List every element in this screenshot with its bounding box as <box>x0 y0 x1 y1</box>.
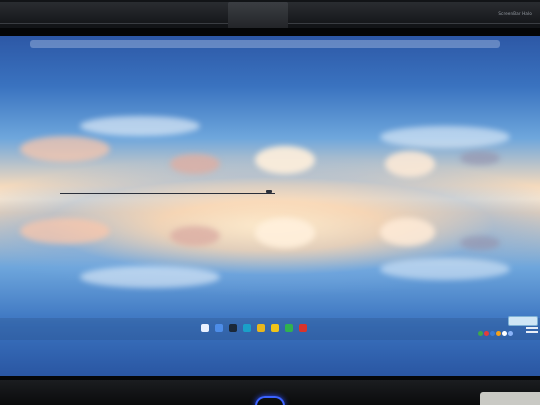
horizon-line <box>60 193 275 194</box>
tray-clock-icon[interactable] <box>524 325 538 337</box>
windows-start-icon[interactable] <box>201 324 209 332</box>
light-bar-brand: ScreenBar Halo <box>498 11 532 16</box>
cloud-reflection <box>460 236 500 250</box>
cloud <box>170 154 220 174</box>
cloud <box>385 151 435 177</box>
cloud-reflection <box>20 218 110 244</box>
cloud <box>460 151 500 165</box>
screen-glare <box>30 40 500 48</box>
app-yellow-icon[interactable] <box>271 324 279 332</box>
cloud-reflection <box>80 266 220 288</box>
edge-browser-icon[interactable] <box>243 324 251 332</box>
tray-icon[interactable] <box>502 331 507 336</box>
horizon-figure <box>266 190 272 193</box>
tray-icon[interactable] <box>478 331 483 336</box>
cloud <box>80 116 200 136</box>
cloud <box>20 136 110 162</box>
tray-icon[interactable] <box>496 331 501 336</box>
cloud <box>380 126 510 148</box>
monitor-light-bar: ScreenBar Halo <box>0 2 540 32</box>
cloud-reflection <box>170 226 220 246</box>
tray-icon[interactable] <box>484 331 489 336</box>
tray-icon[interactable] <box>490 331 495 336</box>
app-red-icon[interactable] <box>299 324 307 332</box>
cloud-reflection <box>380 258 510 280</box>
desk-surface <box>480 392 540 405</box>
tray-icon[interactable] <box>508 331 513 336</box>
cloud-reflection <box>380 218 435 246</box>
app-green-icon[interactable] <box>285 324 293 332</box>
cloud <box>255 146 315 174</box>
monitor-logo-icon <box>255 396 285 405</box>
chrome-browser-icon[interactable] <box>257 324 265 332</box>
cloud-reflection <box>255 218 315 248</box>
file-explorer-icon[interactable] <box>215 324 223 332</box>
steam-icon[interactable] <box>229 324 237 332</box>
taskbar <box>0 318 540 340</box>
photo-scene: ScreenBar Halo <box>0 0 540 405</box>
